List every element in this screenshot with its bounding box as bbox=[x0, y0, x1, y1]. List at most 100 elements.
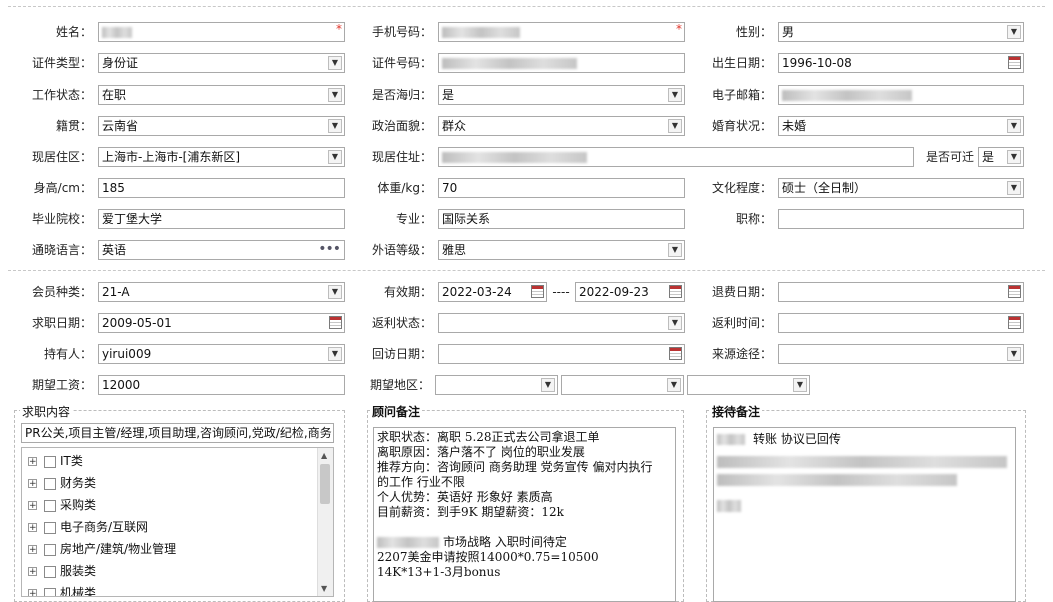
tree-item[interactable]: + 电子商务/互联网 bbox=[28, 517, 148, 537]
checkbox[interactable] bbox=[44, 477, 56, 490]
expected-salary-field[interactable]: 12000 bbox=[98, 375, 345, 395]
native-place-select[interactable]: 云南省 ▼ bbox=[98, 116, 345, 136]
rebate-time-field[interactable] bbox=[778, 313, 1024, 333]
political-status-select[interactable]: 群众 ▼ bbox=[438, 116, 685, 136]
scrollbar-thumb[interactable] bbox=[320, 464, 330, 504]
chevron-down-icon[interactable]: ▼ bbox=[328, 150, 342, 164]
revisit-date-field[interactable] bbox=[438, 344, 685, 364]
chevron-down-icon[interactable]: ▼ bbox=[1007, 150, 1021, 164]
checkbox[interactable] bbox=[44, 587, 56, 596]
chevron-down-icon[interactable]: ▼ bbox=[541, 378, 555, 392]
chevron-down-icon[interactable]: ▼ bbox=[793, 378, 807, 392]
chevron-down-icon[interactable]: ▼ bbox=[668, 316, 682, 330]
consultant-notes-textarea[interactable]: 求职状态：离职 5.28正式去公司拿退工单 离职原因：落户落不了 岗位的职业发展… bbox=[373, 427, 676, 602]
id-type-select[interactable]: 身份证 ▼ bbox=[98, 53, 345, 73]
validity-start-field[interactable]: 2022-03-24 bbox=[438, 282, 547, 302]
expand-plus-icon[interactable]: + bbox=[28, 479, 37, 489]
section-divider bbox=[8, 270, 1045, 271]
chevron-down-icon[interactable]: ▼ bbox=[1007, 347, 1021, 361]
refund-date-field[interactable] bbox=[778, 282, 1024, 302]
gender-select[interactable]: 男 ▼ bbox=[778, 22, 1024, 42]
height-field[interactable]: 185 bbox=[98, 178, 345, 198]
chevron-down-icon[interactable]: ▼ bbox=[328, 119, 342, 133]
expected-region-province-select[interactable]: ▼ bbox=[435, 375, 558, 395]
tree-item[interactable]: + IT类 bbox=[28, 451, 83, 471]
expand-plus-icon[interactable]: + bbox=[28, 545, 37, 555]
checkbox[interactable] bbox=[44, 543, 56, 556]
job-seek-date-label: 求职日期： bbox=[31, 316, 92, 330]
calendar-icon[interactable] bbox=[1008, 56, 1021, 69]
current-region-select[interactable]: 上海市-上海市-[浦东新区] ▼ bbox=[98, 147, 345, 167]
work-status-label: 工作状态： bbox=[31, 88, 92, 102]
mobile-field[interactable]: * bbox=[438, 22, 685, 42]
expected-region-district-select[interactable]: ▼ bbox=[687, 375, 810, 395]
scrollbar[interactable]: ▲ ▼ bbox=[317, 448, 333, 596]
job-seek-date-field[interactable]: 2009-05-01 bbox=[98, 313, 345, 333]
expand-plus-icon[interactable]: + bbox=[28, 457, 37, 467]
chevron-down-icon[interactable]: ▼ bbox=[328, 56, 342, 70]
reception-notes-textarea[interactable]: 转账 协议已回传 bbox=[713, 427, 1016, 602]
note-line: 的工作 行业不限 bbox=[377, 475, 465, 489]
calendar-icon[interactable] bbox=[669, 347, 682, 360]
weight-field[interactable]: 70 bbox=[438, 178, 685, 198]
chevron-down-icon[interactable]: ▼ bbox=[668, 243, 682, 257]
chevron-down-icon[interactable]: ▼ bbox=[1007, 25, 1021, 39]
tree-item[interactable]: + 采购类 bbox=[28, 495, 96, 515]
member-type-select[interactable]: 21-A ▼ bbox=[98, 282, 345, 302]
checkbox[interactable] bbox=[44, 499, 56, 512]
expand-plus-icon[interactable]: + bbox=[28, 589, 37, 596]
calendar-icon[interactable] bbox=[329, 316, 342, 329]
top-divider bbox=[8, 6, 1045, 7]
chevron-down-icon[interactable]: ▼ bbox=[1007, 181, 1021, 195]
calendar-icon[interactable] bbox=[1008, 285, 1021, 298]
checkbox[interactable] bbox=[44, 455, 56, 468]
source-select[interactable]: ▼ bbox=[778, 344, 1024, 364]
languages-field[interactable]: 英语 ••• bbox=[98, 240, 345, 260]
tree-item[interactable]: + 财务类 bbox=[28, 473, 96, 493]
title-field[interactable] bbox=[778, 209, 1024, 229]
holder-select[interactable]: yirui009 ▼ bbox=[98, 344, 345, 364]
chevron-down-icon[interactable]: ▼ bbox=[328, 285, 342, 299]
birth-date-field[interactable]: 1996-10-08 bbox=[778, 53, 1024, 73]
chevron-down-icon[interactable]: ▼ bbox=[668, 119, 682, 133]
chevron-down-icon[interactable]: ▼ bbox=[1007, 119, 1021, 133]
expected-region-city-select[interactable]: ▼ bbox=[561, 375, 684, 395]
rebate-status-select[interactable]: ▼ bbox=[438, 313, 685, 333]
validity-end-field[interactable]: 2022-09-23 bbox=[575, 282, 685, 302]
redacted-text bbox=[717, 434, 745, 445]
calendar-icon[interactable] bbox=[669, 285, 682, 298]
major-field[interactable]: 国际关系 bbox=[438, 209, 685, 229]
job-category-tree[interactable]: + IT类 + 财务类 + 采购类 + 电子商务/互联网 + 房地产/建筑/物业管理 + 服… bbox=[21, 447, 334, 597]
email-field[interactable] bbox=[778, 85, 1024, 105]
tree-item[interactable]: + 服装类 bbox=[28, 561, 96, 581]
language-level-select[interactable]: 雅思 ▼ bbox=[438, 240, 685, 260]
expand-plus-icon[interactable]: + bbox=[28, 501, 37, 511]
marital-status-select[interactable]: 未婚 ▼ bbox=[778, 116, 1024, 136]
tree-item[interactable]: + 机械类 bbox=[28, 583, 96, 596]
current-address-field[interactable] bbox=[438, 147, 914, 167]
id-number-field[interactable] bbox=[438, 53, 685, 73]
school-field[interactable]: 爱丁堡大学 bbox=[98, 209, 345, 229]
expected-region-label: 期望地区： bbox=[369, 378, 430, 392]
education-select[interactable]: 硕士（全日制） ▼ bbox=[778, 178, 1024, 198]
chevron-down-icon[interactable]: ▼ bbox=[328, 347, 342, 361]
scroll-down-icon[interactable]: ▼ bbox=[321, 584, 327, 593]
work-status-select[interactable]: 在职 ▼ bbox=[98, 85, 345, 105]
calendar-icon[interactable] bbox=[1008, 316, 1021, 329]
name-field[interactable]: * bbox=[98, 22, 345, 42]
calendar-icon[interactable] bbox=[531, 285, 544, 298]
tree-item[interactable]: + 房地产/建筑/物业管理 bbox=[28, 539, 176, 559]
chevron-down-icon[interactable]: ▼ bbox=[668, 88, 682, 102]
overseas-returnee-select[interactable]: 是 ▼ bbox=[438, 85, 685, 105]
chevron-down-icon[interactable]: ▼ bbox=[328, 88, 342, 102]
can-relocate-select[interactable]: 是 ▼ bbox=[978, 147, 1024, 167]
chevron-down-icon[interactable]: ▼ bbox=[667, 378, 681, 392]
expand-plus-icon[interactable]: + bbox=[28, 567, 37, 577]
more-icon[interactable]: ••• bbox=[318, 241, 341, 257]
job-content-selected-field[interactable]: PR公关,项目主管/经理,项目助理,咨询顾问,党政/纪检,商务 bbox=[21, 423, 334, 443]
redacted-text bbox=[717, 500, 741, 512]
checkbox[interactable] bbox=[44, 565, 56, 578]
checkbox[interactable] bbox=[44, 521, 56, 534]
expand-plus-icon[interactable]: + bbox=[28, 523, 37, 533]
scroll-up-icon[interactable]: ▲ bbox=[321, 451, 327, 460]
